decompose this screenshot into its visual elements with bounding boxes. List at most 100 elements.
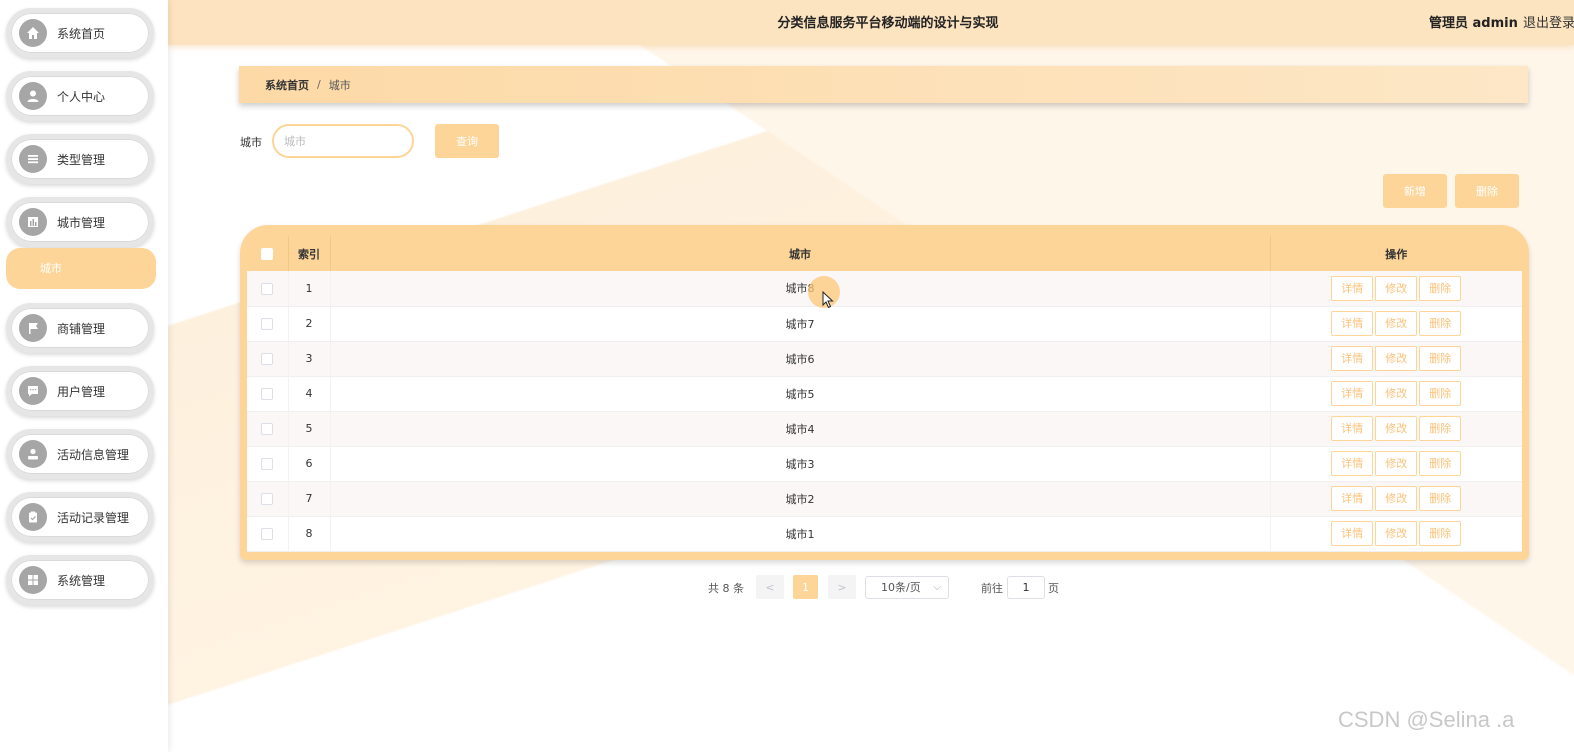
flag-icon	[19, 314, 47, 342]
index-cell: 7	[288, 481, 331, 517]
user-icon	[19, 82, 47, 110]
edit-button[interactable]: 修改	[1375, 311, 1418, 336]
sidebar-item-label: 活动记录管理	[57, 510, 130, 525]
row-checkbox[interactable]	[261, 388, 274, 400]
edit-button[interactable]: 修改	[1375, 486, 1418, 511]
sidebar-item-activity-info[interactable]: 活动信息管理	[6, 429, 154, 479]
chevron-down-icon: ⌵	[933, 582, 941, 593]
row-checkbox-cell	[247, 306, 289, 342]
table-row: 1 城市8 详情 修改 删除	[247, 271, 1522, 307]
index-cell: 3	[288, 341, 331, 377]
city-cell: 城市5	[330, 376, 1271, 412]
sidebar-item-type[interactable]: 类型管理	[6, 134, 154, 184]
table-row: 8 城市1 详情 修改 删除	[247, 516, 1522, 552]
goto-suffix: 页	[1048, 582, 1059, 595]
table-row: 4 城市5 详情 修改 删除	[247, 376, 1522, 412]
column-header-ops: 操作	[1385, 247, 1408, 261]
row-checkbox[interactable]	[261, 353, 274, 365]
table-row: 7 城市2 详情 修改 删除	[247, 481, 1522, 517]
sidebar-subitem-city[interactable]: 城市	[6, 248, 156, 289]
edit-button[interactable]: 修改	[1375, 346, 1418, 371]
user-role: 管理员 admin	[1429, 16, 1518, 31]
row-checkbox-cell	[247, 271, 289, 307]
row-checkbox[interactable]	[261, 493, 274, 505]
delete-button[interactable]: 删除	[1419, 311, 1462, 336]
detail-button[interactable]: 详情	[1331, 486, 1374, 511]
detail-button[interactable]: 详情	[1331, 275, 1374, 301]
search-button[interactable]: 查询	[435, 124, 499, 158]
page-size-select[interactable]: 10条/页 ⌵	[865, 576, 949, 599]
sidebar-item-users[interactable]: 用户管理	[6, 366, 154, 416]
delete-button[interactable]: 删除	[1419, 416, 1462, 441]
sidebar-item-label: 系统首页	[57, 26, 106, 41]
sidebar-item-city[interactable]: 城市管理	[6, 197, 154, 247]
edit-button[interactable]: 修改	[1375, 416, 1418, 441]
delete-button[interactable]: 删除	[1419, 275, 1462, 301]
edit-button[interactable]: 修改	[1375, 381, 1418, 406]
search-label: 城市	[240, 136, 262, 149]
edit-button[interactable]: 修改	[1375, 521, 1418, 546]
detail-button[interactable]: 详情	[1331, 346, 1374, 371]
add-button[interactable]: 新增	[1383, 174, 1447, 208]
logout-link[interactable]: 退出登录	[1523, 12, 1574, 31]
detail-button[interactable]: 详情	[1331, 381, 1374, 406]
sidebar-item-label: 活动信息管理	[57, 447, 130, 462]
table-row: 3 城市6 详情 修改 删除	[247, 341, 1522, 377]
clipboard-icon	[19, 503, 47, 531]
detail-button[interactable]: 详情	[1331, 521, 1374, 546]
watermark: CSDN @Selina .a	[1338, 707, 1515, 732]
delete-button[interactable]: 删除	[1419, 521, 1462, 546]
pagination-page-1[interactable]: 1	[793, 575, 818, 599]
delete-button[interactable]: 删除	[1419, 451, 1462, 476]
delete-button[interactable]: 删除	[1419, 486, 1462, 511]
batch-delete-button[interactable]: 删除	[1455, 174, 1519, 208]
row-checkbox[interactable]	[261, 282, 274, 295]
sidebar-item-system[interactable]: 系统管理	[6, 555, 154, 605]
edit-button[interactable]: 修改	[1375, 275, 1418, 301]
row-checkbox[interactable]	[261, 458, 274, 470]
city-cell: 城市4	[330, 411, 1271, 447]
ops-cell: 详情 修改 删除	[1270, 481, 1522, 517]
city-cell: 城市7	[330, 306, 1271, 342]
select-all-checkbox[interactable]	[261, 248, 274, 260]
sidebar-item-shop[interactable]: 商铺管理	[6, 303, 154, 353]
page-size-value: 10条/页	[881, 581, 921, 594]
sidebar: 系统首页 个人中心 类型管理 城市管理 城市 商铺管理 用户管理 活动信息管理 …	[0, 0, 168, 752]
row-checkbox-cell	[247, 516, 289, 552]
search-input[interactable]	[272, 124, 414, 158]
row-checkbox[interactable]	[261, 318, 274, 330]
data-table: 索引 城市 操作 1 城市8 详情 修改 删除 2 城市7 详情 修改 删除 3 城市6	[240, 225, 1529, 560]
top-header: 分类信息服务平台移动端的设计与实现 管理员 admin 退出登录	[168, 0, 1574, 45]
index-cell: 2	[288, 306, 331, 342]
select-all-cell	[247, 236, 289, 271]
row-checkbox[interactable]	[261, 423, 274, 435]
sidebar-item-activity-record[interactable]: 活动记录管理	[6, 492, 154, 542]
row-checkbox-cell	[247, 411, 289, 447]
delete-button[interactable]: 删除	[1419, 346, 1462, 371]
detail-button[interactable]: 详情	[1331, 451, 1374, 476]
row-checkbox-cell	[247, 481, 289, 517]
detail-button[interactable]: 详情	[1331, 416, 1374, 441]
pagination-prev-button[interactable]: <	[756, 575, 784, 599]
person-icon	[19, 440, 47, 468]
edit-button[interactable]: 修改	[1375, 451, 1418, 476]
city-cell: 城市2	[330, 481, 1271, 517]
row-checkbox[interactable]	[261, 528, 274, 540]
sidebar-item-label: 个人中心	[57, 89, 106, 104]
goto-page-input[interactable]: 1	[1007, 576, 1045, 599]
index-cell: 6	[288, 446, 331, 482]
pagination-next-button[interactable]: >	[828, 575, 856, 599]
city-cell: 城市8	[330, 271, 1271, 307]
delete-button[interactable]: 删除	[1419, 381, 1462, 406]
sidebar-item-profile[interactable]: 个人中心	[6, 71, 154, 121]
breadcrumb-home[interactable]: 系统首页	[265, 77, 309, 93]
detail-button[interactable]: 详情	[1331, 311, 1374, 336]
city-table: 索引 城市 操作 1 城市8 详情 修改 删除 2 城市7 详情 修改 删除 3 城市6	[247, 236, 1522, 552]
ops-cell: 详情 修改 删除	[1270, 411, 1522, 447]
ops-cell: 详情 修改 删除	[1270, 271, 1522, 307]
table-row: 6 城市3 详情 修改 删除	[247, 446, 1522, 482]
sidebar-item-label: 类型管理	[57, 152, 106, 167]
table-header-row: 索引 城市 操作	[247, 236, 1522, 271]
ops-cell: 详情 修改 删除	[1270, 376, 1522, 412]
sidebar-item-home[interactable]: 系统首页	[6, 8, 154, 58]
